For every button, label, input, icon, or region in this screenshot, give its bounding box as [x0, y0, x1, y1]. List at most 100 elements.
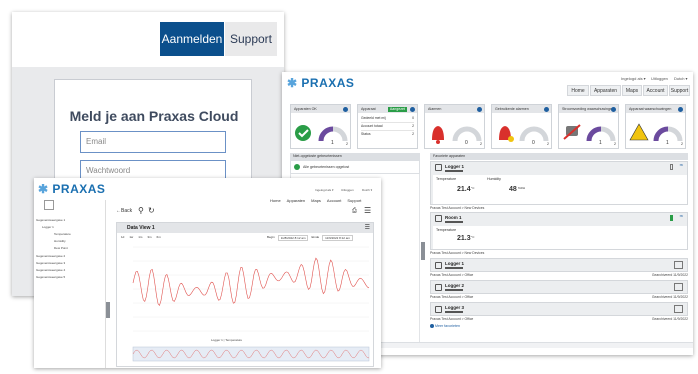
- device-status: Gearchiveerd 11/9/2022: [651, 295, 688, 299]
- tile-user-alarms[interactable]: Gebruikerde alarmen 0 2: [491, 104, 552, 149]
- info-icon[interactable]: [410, 106, 415, 112]
- user-menu-link[interactable]: Ingelogd als ▾: [315, 188, 334, 192]
- device-card[interactable]: Logger 1: [430, 258, 688, 272]
- support-nav-button[interactable]: Support: [225, 22, 277, 56]
- info-icon[interactable]: [477, 106, 482, 112]
- tile-value: 0: [532, 140, 535, 146]
- more-favorites-link[interactable]: Meer favorieten: [430, 324, 460, 329]
- range-6m[interactable]: 6m: [157, 235, 161, 239]
- menu-icon[interactable]: ☰: [364, 206, 371, 215]
- archive-icon: [674, 261, 683, 269]
- tree-item[interactable]: Gegevensweergave 3: [36, 261, 65, 265]
- dataview-sidebar: Gegevensweergave 1 Logger 1 Temperature …: [34, 200, 106, 368]
- praxas-logo: ✱ PRAXAS: [38, 182, 105, 196]
- logout-link[interactable]: Uitloggen: [341, 188, 354, 192]
- tree-item[interactable]: Gegevensweergave 2: [36, 254, 65, 258]
- tile-title: Apparaten OK: [294, 107, 317, 111]
- chart-title: Data View 1: [117, 223, 373, 233]
- nav-home[interactable]: Home: [270, 198, 281, 203]
- praxas-logo: ✱ PRAXAS: [287, 76, 354, 90]
- tile-device-warnings[interactable]: Apparaat waarschuwingen 1 2: [625, 104, 686, 149]
- range-navigator[interactable]: [132, 346, 370, 362]
- logout-link[interactable]: Uitloggen: [651, 76, 668, 81]
- nav-support[interactable]: Support: [669, 85, 690, 96]
- unack-events-panel: Alle gebeurtenissen opgelost: [290, 160, 420, 174]
- nav-home[interactable]: Home: [567, 85, 589, 96]
- tree-item[interactable]: Logger 1: [42, 225, 54, 229]
- device-readings: Temperature 21.4 °C Humidity 48 %RH: [433, 175, 687, 204]
- tree-item[interactable]: Gegevensweergave 4: [36, 268, 65, 272]
- language-link[interactable]: Dutch ▾: [674, 76, 688, 81]
- tile-power-warnings[interactable]: Stroomvoeding waarschuwingen 1 2: [558, 104, 619, 149]
- tile-value: 1: [331, 140, 334, 146]
- language-link[interactable]: Dutch ▾: [362, 188, 372, 192]
- status-badge: Aangezet: [387, 106, 407, 112]
- back-label: Back: [121, 208, 133, 214]
- reading-value: 21.3: [457, 235, 471, 242]
- splitter-handle[interactable]: [421, 242, 425, 260]
- nav-support[interactable]: Support: [347, 198, 361, 203]
- tile-alarms[interactable]: Alarmen 0 2: [424, 104, 485, 149]
- back-button[interactable]: ←Back: [116, 208, 132, 214]
- nav-maps[interactable]: Maps: [622, 85, 642, 96]
- login-nav-button[interactable]: Aanmelden: [160, 22, 224, 56]
- wifi-icon: ≈: [679, 214, 683, 220]
- splitter-handle[interactable]: [106, 302, 110, 318]
- device-footer: Praxas Test Account > New Devices: [430, 251, 688, 256]
- range-3m[interactable]: 3m: [147, 235, 151, 239]
- summary-value: 2: [412, 124, 414, 128]
- chart-card: Data View 1 ☰ 1d 1w 1m 3m 6m Begin 11/8/…: [116, 222, 374, 367]
- summary-label: Account totaal: [361, 124, 383, 128]
- chart-menu-icon[interactable]: ☰: [365, 224, 370, 231]
- reading-unit: °C: [471, 235, 475, 239]
- nav-apparaten[interactable]: Apparaten: [287, 198, 305, 203]
- tile-value: 0: [465, 140, 468, 146]
- device-card[interactable]: Logger 3: [430, 302, 688, 316]
- more-favorites-label: Meer favorieten: [435, 324, 460, 328]
- info-icon[interactable]: [544, 106, 549, 112]
- temperature-chart[interactable]: Logger 1 | Temperature: [121, 243, 371, 365]
- battery-icon: [670, 164, 673, 170]
- tile-gauge: [629, 123, 683, 142]
- reading-label: Humidity: [487, 177, 501, 181]
- info-icon[interactable]: [343, 106, 348, 112]
- email-field[interactable]: Email: [80, 131, 226, 153]
- user-menu-link[interactable]: Ingelogd als ▾: [621, 76, 646, 81]
- end-field[interactable]: 11/9/2022 8:12 am: [322, 235, 353, 241]
- device-serial-bar: [445, 311, 463, 313]
- info-icon[interactable]: [678, 106, 683, 112]
- begin-field[interactable]: 11/8/2022 8:12 am: [277, 235, 309, 241]
- chart-toggle-icon[interactable]: [44, 200, 54, 210]
- unack-events-text: Alle gebeurtenissen opgelost: [303, 165, 350, 169]
- tree-item[interactable]: Gegevensweergave 5: [36, 275, 65, 279]
- tile-devices-ok[interactable]: Apparaten OK 1 2: [290, 104, 351, 149]
- nav-account[interactable]: Account: [327, 198, 341, 203]
- logo-star-icon: ✱: [38, 182, 49, 196]
- tree-item[interactable]: Dew Point: [54, 246, 68, 250]
- device-serial-bar: [445, 170, 463, 172]
- refresh-icon[interactable]: ↻: [148, 206, 155, 215]
- nav-maps[interactable]: Maps: [311, 198, 321, 203]
- device-name: Logger 3: [445, 305, 465, 310]
- print-icon[interactable]: ⎙: [352, 208, 357, 215]
- device-card[interactable]: Logger 2: [430, 280, 688, 294]
- tile-max: 2: [480, 142, 482, 146]
- range-1m[interactable]: 1m: [138, 235, 142, 239]
- unack-events-header: Niet-opgeloste gebeurtenissen: [290, 153, 420, 160]
- nav-apparaten[interactable]: Apparaten: [590, 85, 621, 96]
- tree-item[interactable]: Temperature: [54, 232, 71, 236]
- tree-item[interactable]: Gegevensweergave 1: [36, 218, 65, 222]
- info-icon[interactable]: [611, 106, 616, 112]
- nav-account[interactable]: Account: [643, 85, 668, 96]
- tree-item[interactable]: Humidity: [54, 239, 66, 243]
- temperature-series-line: [132, 257, 370, 306]
- device-name: Logger 2: [445, 283, 465, 288]
- device-card[interactable]: Room 1 ≈ Temperature 21.3 °C: [430, 212, 688, 250]
- tile-device-summary[interactable]: Apparaat Aangezet Gedeeld met mij 0 Accou…: [357, 104, 418, 149]
- range-1d[interactable]: 1d: [121, 235, 124, 239]
- tile-gauge: [563, 124, 616, 142]
- device-card[interactable]: Logger 1 ≈ Temperature 21.4 °C Humidity …: [430, 161, 688, 205]
- zoom-icon[interactable]: ⚲: [138, 206, 144, 215]
- archive-icon: [674, 305, 683, 313]
- range-1w[interactable]: 1w: [129, 235, 133, 239]
